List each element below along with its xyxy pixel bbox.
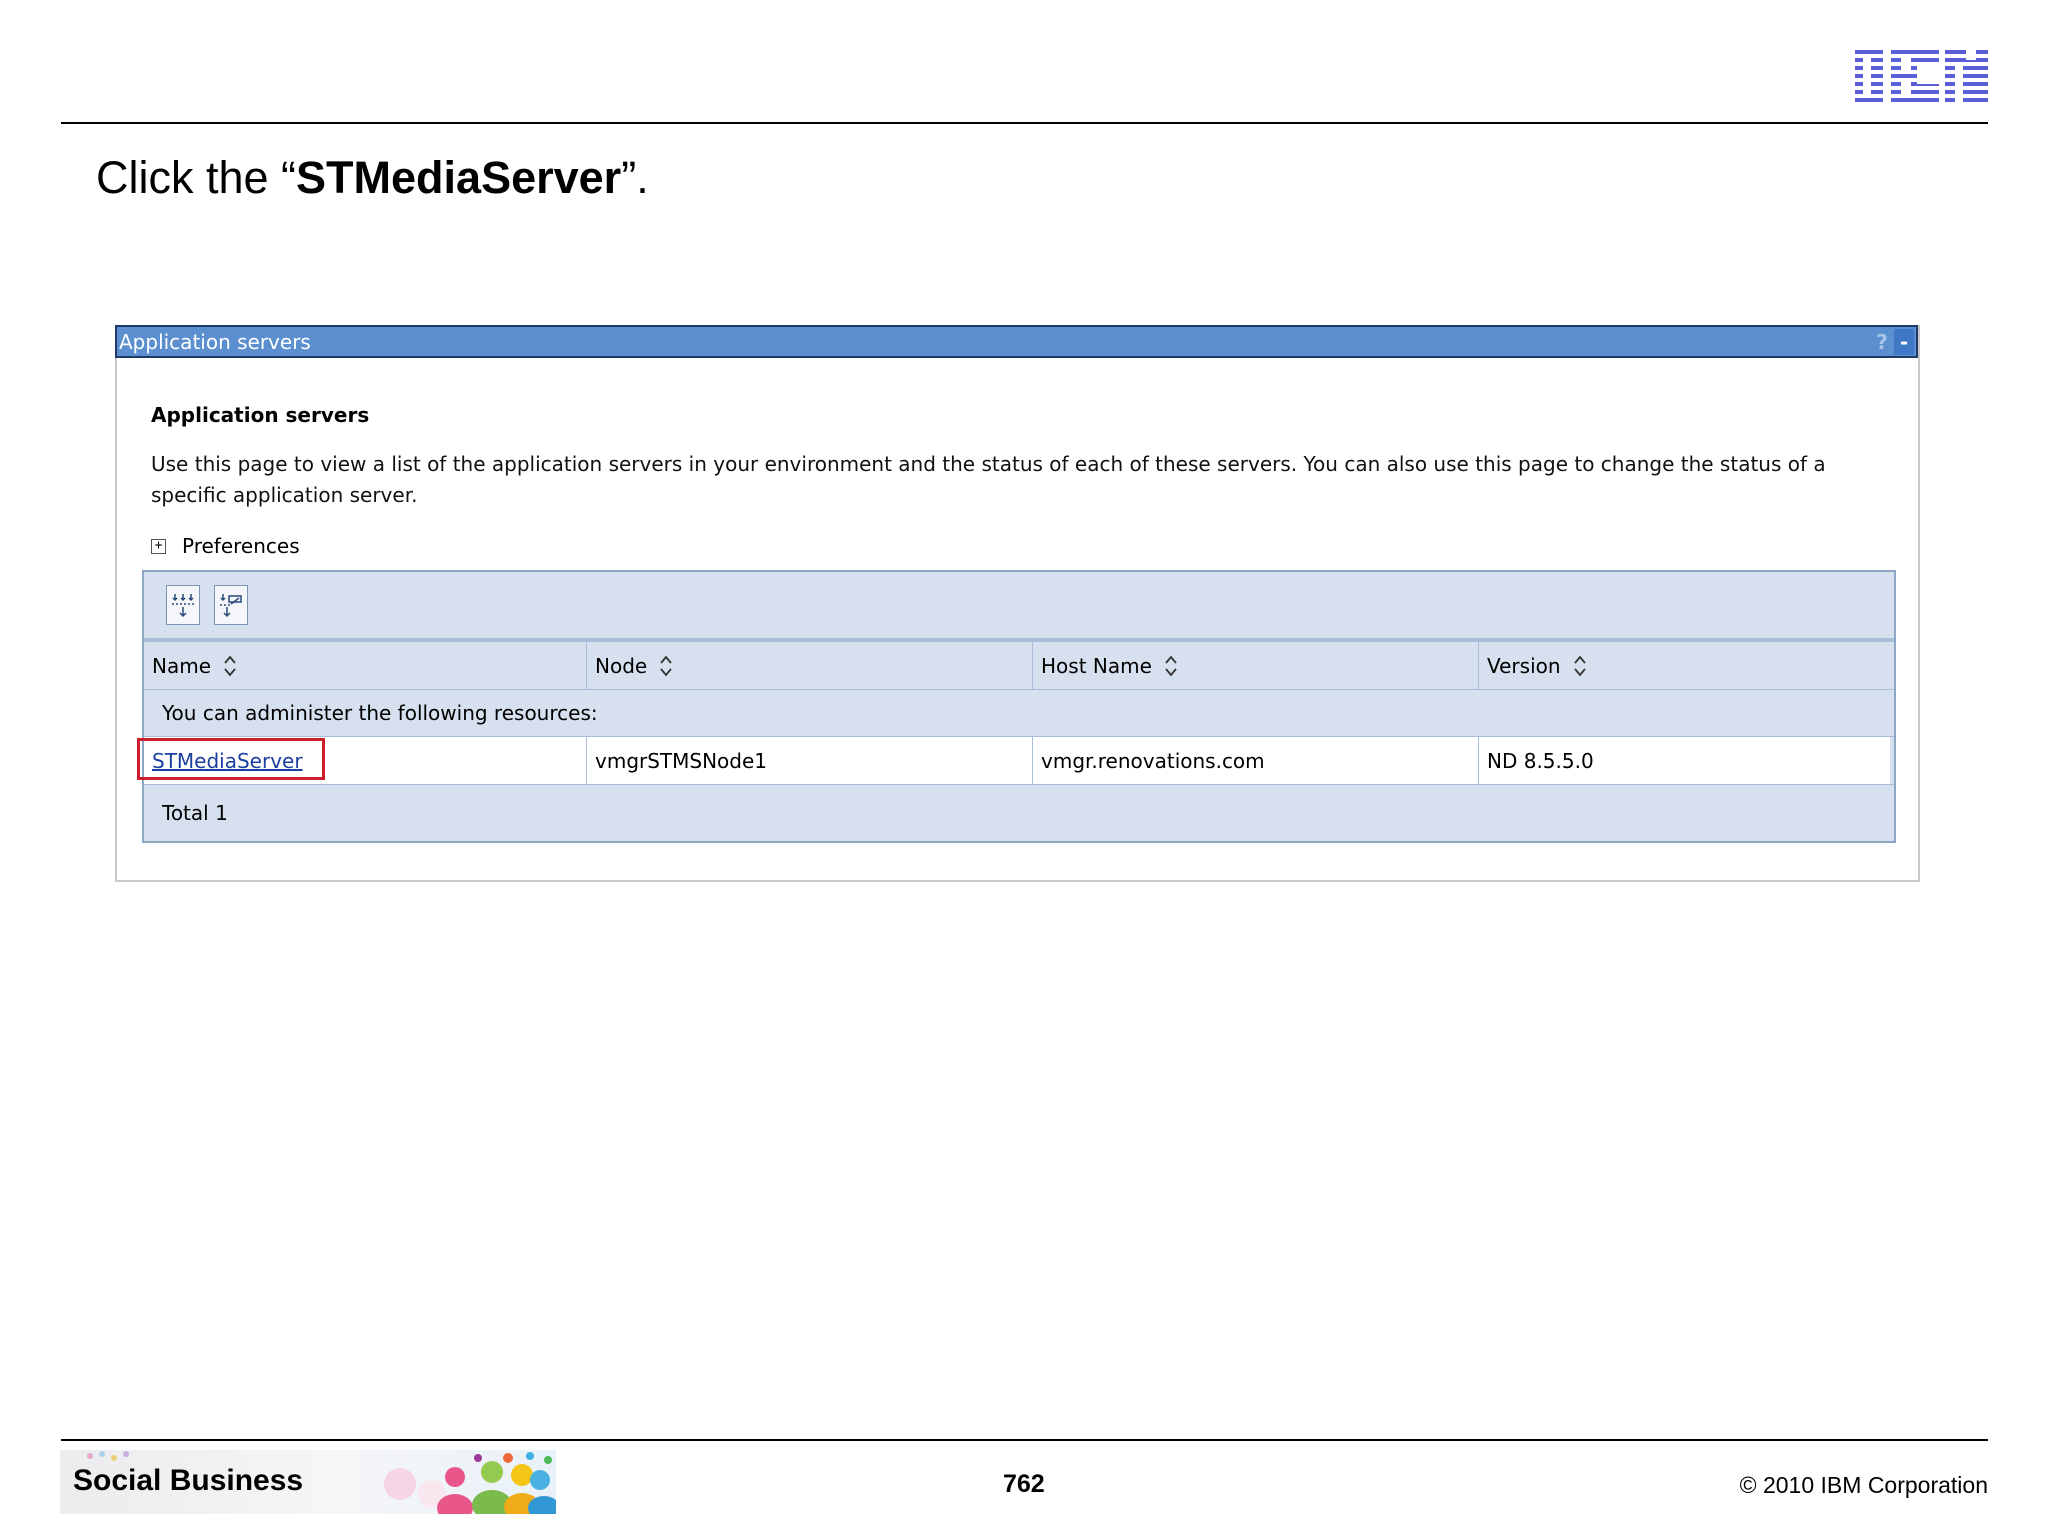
total-row: Total 1 bbox=[144, 784, 1894, 841]
footer-divider bbox=[61, 1439, 1988, 1441]
sort-icon[interactable] bbox=[1573, 653, 1587, 679]
column-header-host-name[interactable]: Host Name bbox=[1033, 642, 1479, 689]
panel-title-bar: Application servers ? - bbox=[115, 325, 1918, 358]
sort-icon[interactable] bbox=[659, 653, 673, 679]
total-count: Total 1 bbox=[162, 801, 228, 825]
panel-bar-title: Application servers bbox=[119, 330, 311, 354]
notice-row: You can administer the following resourc… bbox=[144, 689, 1894, 736]
column-header-node[interactable]: Node bbox=[587, 642, 1033, 689]
cell-version: ND 8.5.5.0 bbox=[1479, 737, 1890, 784]
table-toolbar bbox=[144, 572, 1894, 641]
help-button[interactable]: ? bbox=[1872, 329, 1892, 355]
column-label[interactable]: Name bbox=[152, 654, 211, 678]
instruction-bold: STMediaServer bbox=[296, 152, 622, 203]
minimize-button[interactable]: - bbox=[1894, 329, 1914, 355]
column-label[interactable]: Host Name bbox=[1041, 654, 1152, 678]
application-servers-panel: Application servers ? - Application serv… bbox=[115, 325, 1920, 882]
page-description: Use this page to view a list of the appl… bbox=[151, 452, 1826, 507]
copyright-text: © 2010 IBM Corporation bbox=[1739, 1472, 1988, 1498]
instruction-suffix: ”. bbox=[621, 152, 649, 203]
header-divider bbox=[61, 122, 1988, 124]
servers-table: Name Node Host Name Version You can admi… bbox=[137, 570, 1896, 843]
instruction-prefix: Click the “ bbox=[96, 152, 297, 203]
deselect-all-button[interactable] bbox=[214, 585, 248, 625]
cell-node: vmgrSTMSNode1 bbox=[587, 737, 1033, 784]
sort-icon[interactable] bbox=[223, 653, 237, 679]
table-row: STMediaServer vmgrSTMSNode1 vmgr.renovat… bbox=[137, 736, 1894, 784]
cell-name: STMediaServer bbox=[137, 737, 587, 784]
table-header-row: Name Node Host Name Version bbox=[144, 641, 1894, 689]
resources-notice: You can administer the following resourc… bbox=[162, 701, 598, 725]
column-header-version[interactable]: Version bbox=[1479, 642, 1890, 689]
social-business-banner: Social Business bbox=[60, 1450, 556, 1514]
column-header-name[interactable]: Name bbox=[144, 642, 587, 689]
select-all-icon bbox=[172, 594, 194, 618]
preferences-toggle[interactable]: + Preferences bbox=[151, 534, 300, 558]
preferences-label[interactable]: Preferences bbox=[182, 534, 300, 558]
column-label[interactable]: Version bbox=[1487, 654, 1561, 678]
expand-plus-icon[interactable]: + bbox=[151, 538, 166, 554]
column-label[interactable]: Node bbox=[595, 654, 647, 678]
slide-instruction: Click the “STMediaServer”. bbox=[96, 152, 649, 204]
deselect-all-icon bbox=[220, 594, 242, 618]
cell-host-name: vmgr.renovations.com bbox=[1033, 737, 1479, 784]
banner-text: Social Business bbox=[73, 1464, 304, 1497]
sort-icon[interactable] bbox=[1164, 653, 1178, 679]
select-all-button[interactable] bbox=[166, 585, 200, 625]
section-title: Application servers bbox=[151, 403, 370, 427]
ibm-logo bbox=[1855, 50, 1988, 106]
page-number: 762 bbox=[1003, 1470, 1045, 1498]
highlight-box bbox=[137, 738, 325, 780]
